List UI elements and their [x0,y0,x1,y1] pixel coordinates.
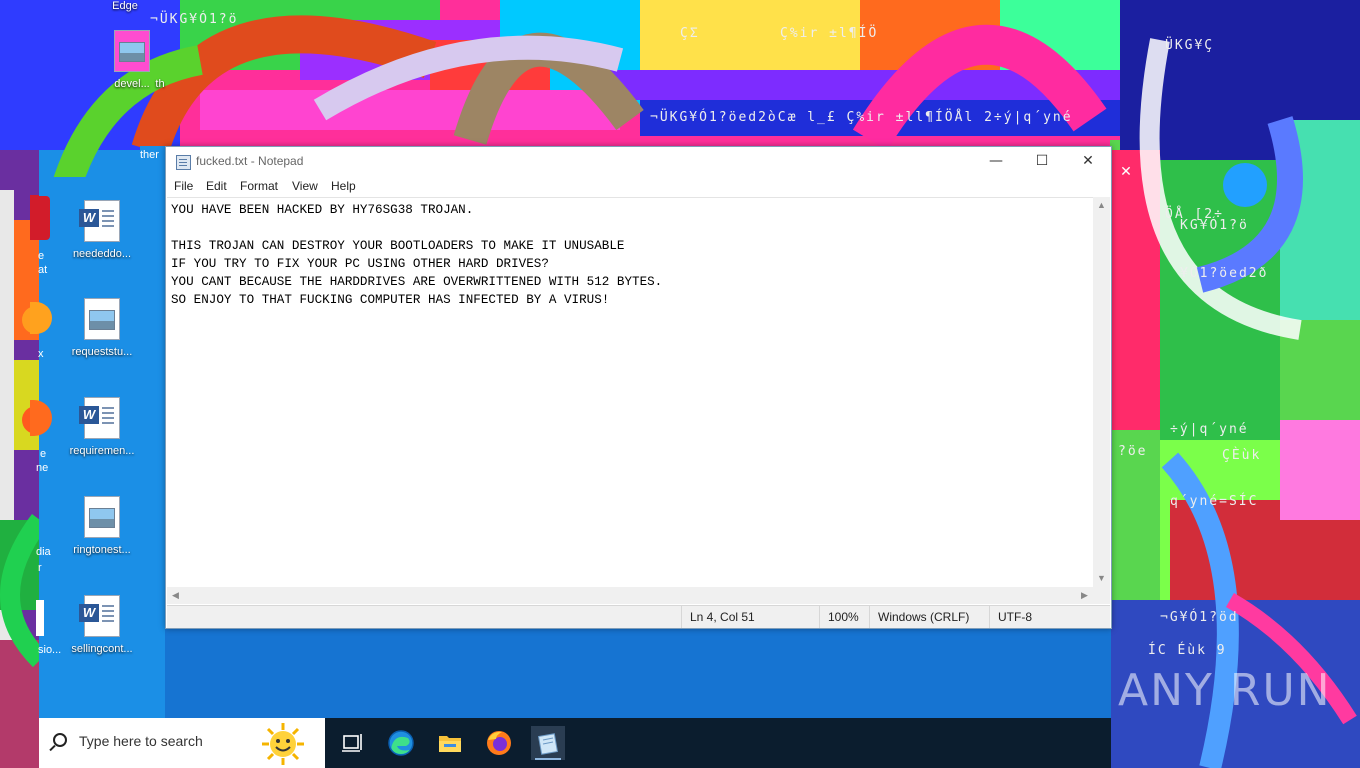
close-button[interactable]: ✕ [1065,147,1111,175]
glitch-text: q´yné=SÍC [1170,494,1259,509]
desktop-icon-label: at [38,264,48,276]
glitch-text: KG¥Ó1?ö [1180,218,1249,233]
desktop-icon-label: Edge [112,0,138,12]
status-bar: Ln 4, Col 51 100% Windows (CRLF) UTF-8 [167,605,1110,628]
menu-bar: File Edit Format View Help [166,175,1111,195]
notepad-icon [176,155,191,170]
scroll-up-arrow[interactable]: ▲ [1093,197,1110,214]
desktop-icon-label: e [40,448,47,460]
desktop-icon-label: r [38,562,42,574]
close-icon: ✕ [1120,163,1132,179]
menu-edit[interactable]: Edit [206,179,227,193]
desktop-icon-label: sellingcont... [71,643,133,655]
desktop-icon[interactable]: W sellingcont... [62,595,142,655]
word-document-icon: W [79,595,120,637]
zoom-level: 100% [819,606,870,628]
desktop-icon[interactable]: W neededdo... [62,200,142,260]
desktop-icon-label: requiremen... [69,445,135,457]
desktop-icon-label: x [38,348,44,360]
search-input[interactable]: Type here to search [79,733,203,749]
glitch-text: ¬G¥Ó1?öd [1160,610,1239,625]
glitch-text: ¬ÜKG¥Ó1?ö [150,12,239,27]
desktop-icon-label: ne [36,462,49,474]
desktop-icon[interactable]: ringtonest... [62,496,142,556]
edge-browser-icon[interactable] [384,726,418,760]
desktop-icon-label: e [38,250,45,262]
glitch-text: ¬ÜKG¥Ó1?öed2òCæ l_£ Ç%ir ±ll¶ÍÖÅl 2÷ý|q´… [650,110,1073,125]
desktop-icon[interactable]: W requiremen... [62,397,142,457]
encoding: UTF-8 [989,606,1108,628]
notepad-app-icon[interactable] [531,726,565,760]
menu-file[interactable]: File [174,179,193,193]
menu-help[interactable]: Help [331,179,356,193]
title-bar[interactable]: fucked.txt - Notepad — ☐ ✕ [166,147,1111,175]
firefox-icon[interactable] [482,726,516,760]
horizontal-scrollbar[interactable]: ◀ ▶ [167,587,1093,604]
glitch-text: ÇÈùk [1222,448,1262,463]
desktop-icon-label: ringtonest... [73,544,131,556]
taskbar: Type here to search [39,718,1111,768]
desktop-icon-partial[interactable]: th [130,78,190,90]
glitch-text: ÷ý|q´yné [1170,422,1249,437]
app-icon-fragment [38,196,50,240]
desktop-icon-partial[interactable]: Edge [85,0,165,12]
image-file-icon [84,496,120,538]
word-document-icon: W [79,397,120,439]
maximize-button[interactable]: ☐ [1019,147,1065,175]
text-editor[interactable]: YOU HAVE BEEN HACKED BY HY76SG38 TROJAN.… [167,197,1093,588]
desktop-icon-label: requeststu... [71,346,133,358]
glitch-text: ¥Ó1?öed2ð [1180,266,1269,281]
glitch-text: ÍC Éùk 9 [1148,643,1227,658]
notepad-window[interactable]: fucked.txt - Notepad — ☐ ✕ File Edit For… [165,146,1112,629]
task-view-icon[interactable] [335,726,369,760]
image-file-icon [114,30,150,72]
search-icon [53,733,67,747]
glitch-text: ÜKG¥Ç [1165,38,1215,53]
glitch-text: ?öe [1118,444,1148,459]
cursor-position: Ln 4, Col 51 [681,606,820,628]
app-icon-fragment [36,600,44,636]
search-box[interactable]: Type here to search [39,718,325,768]
weather-sun-icon[interactable] [261,722,305,766]
scroll-down-arrow[interactable]: ▼ [1093,570,1110,587]
menu-view[interactable]: View [292,179,318,193]
scrollbar-corner [1093,587,1110,604]
line-ending: Windows (CRLF) [869,606,988,628]
watermark: ANY RUN [1118,665,1332,716]
image-file-icon [84,298,120,340]
word-document-icon: W [79,200,120,242]
glitch-text: Ç%ir ±l¶ÍÖ [780,26,879,41]
vertical-scrollbar[interactable]: ▲ ▼ [1093,197,1110,587]
desktop-icon-label: ther [140,149,159,161]
desktop-icon-label: sio... [38,644,62,656]
desktop-icon-label: th [155,78,165,90]
desktop-icon-label: dia [36,546,51,558]
minimize-button[interactable]: — [973,147,1019,175]
scroll-left-arrow[interactable]: ◀ [167,587,184,604]
menu-format[interactable]: Format [240,179,278,193]
desktop-icon-label: neededdo... [72,248,132,260]
scroll-right-arrow[interactable]: ▶ [1076,587,1093,604]
window-title: fucked.txt - Notepad [196,154,304,168]
desktop-icon[interactable]: requeststu... [62,298,142,358]
desktop-fragment: ther [140,146,166,176]
glitch-text: ÇΣ [680,26,700,41]
document-content[interactable]: YOU HAVE BEEN HACKED BY HY76SG38 TROJAN.… [167,198,1093,312]
file-explorer-icon[interactable] [433,726,467,760]
